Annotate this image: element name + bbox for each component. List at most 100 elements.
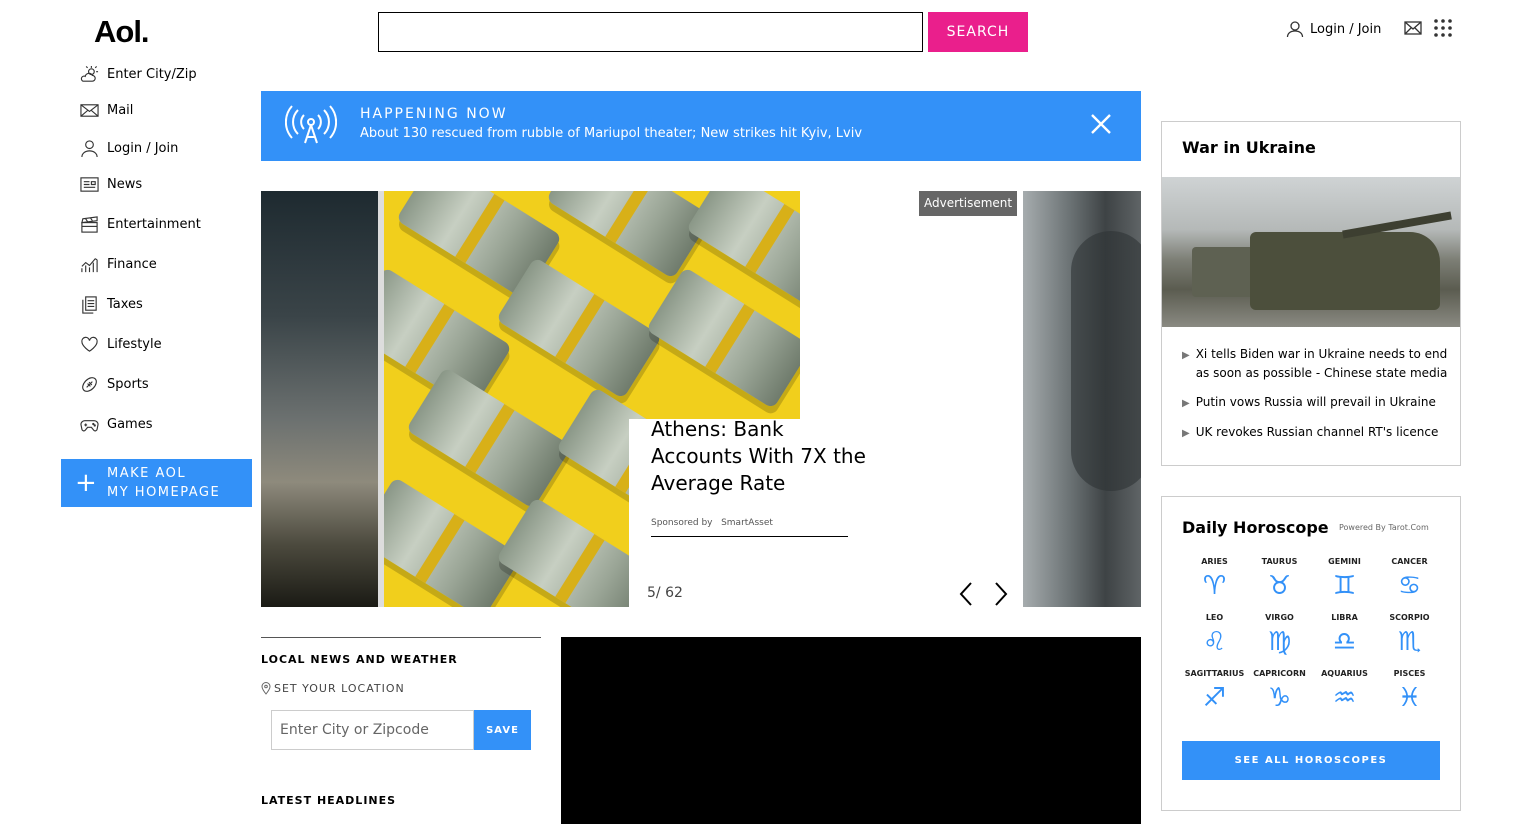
sign-libra[interactable]: LIBRA ♎ (1312, 613, 1377, 659)
sidebar-item-finance[interactable]: Finance (80, 255, 157, 274)
sponsored-line: Sponsored by SmartAsset (651, 518, 848, 537)
carousel[interactable]: Advertisement Athens: Bank Accounts With… (261, 191, 1141, 607)
zodiac-grid: ARIES ♈ TAURUS ♉ GEMINI ♊ CANCER ♋ LEO ♌ VIRG… (1182, 557, 1442, 715)
sidebar-item-mail[interactable]: Mail (80, 101, 133, 120)
sign-name: LIBRA (1331, 613, 1358, 622)
sign-gemini[interactable]: GEMINI ♊ (1312, 557, 1377, 603)
headline-text[interactable]: Xi tells Biden war in Ukraine needs to e… (1196, 345, 1450, 383)
apps-grid-icon[interactable] (1434, 19, 1452, 37)
capricorn-icon: ♑ (1267, 683, 1292, 713)
latest-headlines-title: LATEST HEADLINES (261, 794, 397, 807)
sign-name: PISCES (1393, 669, 1426, 678)
sign-cancer[interactable]: CANCER ♋ (1377, 557, 1442, 603)
horoscope-title: Daily Horoscope (1182, 518, 1329, 537)
make-homepage-line1: MAKE AOL (107, 466, 187, 481)
slide-counter: 5/ 62 (647, 585, 683, 601)
aquarius-icon: ♒ (1332, 683, 1357, 713)
gemini-icon: ♊ (1332, 571, 1357, 601)
weather-icon (80, 65, 99, 82)
plus-icon: + (75, 468, 97, 498)
documents-icon (82, 296, 97, 314)
zipcode-input[interactable] (271, 710, 474, 750)
set-location-link[interactable]: SET YOUR LOCATION (261, 682, 405, 695)
make-homepage-button[interactable]: + MAKE AOL MY HOMEPAGE (61, 459, 252, 507)
sidebar-item-lifestyle[interactable]: Lifestyle (80, 335, 162, 354)
headline-text[interactable]: UK revokes Russian channel RT's licence (1196, 423, 1439, 443)
sidebar-item-taxes[interactable]: Taxes (80, 295, 143, 314)
sponsor-name[interactable]: SmartAsset (721, 518, 773, 528)
play-triangle-icon: ▶ (1182, 350, 1190, 361)
slide-background (800, 191, 923, 419)
set-location-label: SET YOUR LOCATION (274, 682, 405, 695)
slide-headline[interactable]: Athens: Bank Accounts With 7X the Averag… (651, 416, 881, 497)
slide-man-image (1023, 191, 1141, 607)
slide-caption-card[interactable]: Athens: Bank Accounts With 7X the Averag… (629, 416, 899, 607)
scorpio-icon: ♏ (1397, 627, 1422, 657)
headline-text[interactable]: Putin vows Russia will prevail in Ukrain… (1196, 393, 1436, 413)
sign-virgo[interactable]: VIRGO ♍ (1247, 613, 1312, 659)
search-button[interactable]: SEARCH (928, 12, 1028, 52)
virgo-icon: ♍ (1267, 627, 1292, 657)
tank-photo[interactable] (1162, 177, 1460, 327)
gamepad-icon (80, 420, 99, 432)
sidebar-item-weather[interactable]: Enter City/Zip (80, 65, 197, 84)
happening-title: HAPPENING NOW (360, 106, 508, 122)
video-player[interactable] (561, 637, 1141, 824)
happening-text[interactable]: About 130 rescued from rubble of Mariupo… (360, 126, 862, 141)
close-icon[interactable] (1089, 112, 1113, 136)
cancer-icon: ♋ (1397, 571, 1422, 601)
play-triangle-icon: ▶ (1182, 398, 1190, 409)
broadcast-icon (285, 105, 337, 144)
heart-icon (81, 336, 98, 352)
local-news-section: LOCAL NEWS AND WEATHER SET YOUR LOCATION… (261, 637, 541, 807)
sign-aries[interactable]: ARIES ♈ (1182, 557, 1247, 603)
pisces-icon: ♓ (1397, 683, 1422, 713)
chart-icon (81, 258, 98, 273)
sidebar-item-label: Lifestyle (107, 337, 162, 352)
war-module-title[interactable]: War in Ukraine (1182, 138, 1316, 157)
slide-storm-image (261, 191, 378, 607)
powered-by-label[interactable]: Powered By Tarot.Com (1339, 523, 1429, 532)
sign-name: CANCER (1391, 557, 1428, 566)
sidebar-item-games[interactable]: Games (80, 415, 152, 434)
list-item[interactable]: ▶ Xi tells Biden war in Ukraine needs to … (1182, 345, 1450, 383)
sign-pisces[interactable]: PISCES ♓ (1377, 669, 1442, 715)
sign-sagittarius[interactable]: SAGITTARIUS ♐ (1182, 669, 1247, 715)
user-icon (81, 140, 98, 158)
location-pin-icon (261, 682, 271, 695)
see-all-horoscopes-button[interactable]: SEE ALL HOROSCOPES (1182, 741, 1440, 780)
list-item[interactable]: ▶ UK revokes Russian channel RT's licence (1182, 423, 1450, 443)
happening-now-banner[interactable]: HAPPENING NOW About 130 rescued from rub… (261, 91, 1141, 161)
news-icon (80, 177, 99, 192)
chevron-left-icon[interactable] (959, 581, 973, 607)
leo-icon: ♌ (1202, 627, 1227, 657)
war-in-ukraine-module: War in Ukraine ▶ Xi tells Biden war in Uk… (1161, 121, 1461, 466)
make-homepage-line2: MY HOMEPAGE (107, 485, 221, 500)
sidebar-item-label: News (107, 177, 143, 192)
search-input[interactable] (378, 12, 923, 52)
user-icon (1286, 21, 1304, 38)
list-item[interactable]: ▶ Putin vows Russia will prevail in Ukrai… (1182, 393, 1450, 413)
war-headlines-list: ▶ Xi tells Biden war in Ukraine needs to … (1182, 345, 1450, 453)
libra-icon: ♎ (1332, 627, 1357, 657)
sidebar-item-news[interactable]: News (80, 175, 142, 194)
sign-taurus[interactable]: TAURUS ♉ (1247, 557, 1312, 603)
save-location-button[interactable]: SAVE (474, 710, 531, 750)
chevron-right-icon[interactable] (994, 581, 1008, 607)
aol-logo[interactable]: Aol. (94, 14, 150, 50)
sign-name: SCORPIO (1389, 613, 1430, 622)
mail-icon[interactable] (1404, 21, 1422, 35)
sign-scorpio[interactable]: SCORPIO ♏ (1377, 613, 1442, 659)
sidebar-item-label: Entertainment (107, 217, 201, 232)
sidebar-item-entertainment[interactable]: Entertainment (80, 215, 201, 234)
header-login-label: Login / Join (1310, 21, 1382, 37)
taurus-icon: ♉ (1267, 571, 1292, 601)
sidebar-item-sports[interactable]: Sports (80, 375, 149, 394)
sign-leo[interactable]: LEO ♌ (1182, 613, 1247, 659)
sign-aquarius[interactable]: AQUARIUS ♒ (1312, 669, 1377, 715)
football-icon (82, 377, 97, 392)
sign-name: CAPRICORN (1253, 669, 1306, 678)
sidebar-item-login[interactable]: Login / Join (80, 139, 178, 158)
header-login-link[interactable]: Login / Join (1286, 20, 1381, 38)
sign-capricorn[interactable]: CAPRICORN ♑ (1247, 669, 1312, 715)
